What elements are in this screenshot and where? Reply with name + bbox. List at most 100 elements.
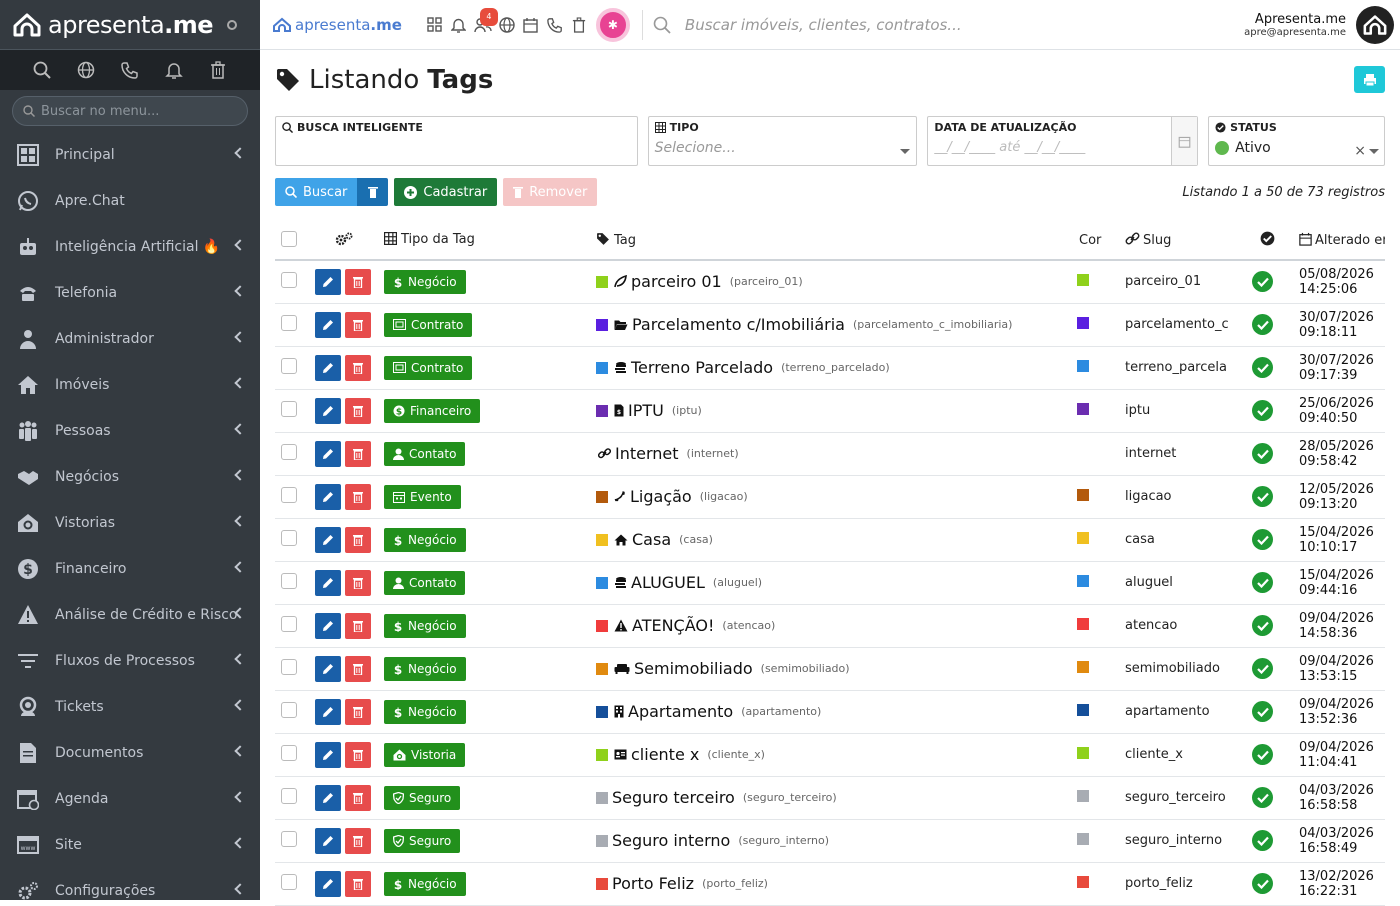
delete-button[interactable] — [345, 870, 371, 897]
active-status-icon[interactable] — [1252, 400, 1273, 421]
globe-icon[interactable] — [76, 60, 96, 80]
clear-filters-button[interactable] — [357, 178, 389, 206]
sidebar-item-apre-chat[interactable]: Apre.Chat — [0, 178, 260, 224]
delete-button[interactable] — [345, 741, 371, 768]
row-checkbox[interactable] — [281, 357, 297, 374]
table-row[interactable]: $ Negócio parceiro 01 (parceiro_01) parceiro… — [275, 260, 1385, 304]
edit-button[interactable] — [315, 311, 341, 338]
grid-icon[interactable] — [426, 16, 444, 34]
sidebar-item-agenda[interactable]: Agenda — [0, 776, 260, 822]
phone-icon[interactable] — [546, 16, 564, 34]
delete-button[interactable] — [345, 311, 371, 338]
user-menu[interactable]: Apresenta.me apre@apresenta.me — [1244, 5, 1394, 44]
users-icon[interactable]: 4 — [474, 7, 498, 34]
edit-button[interactable] — [315, 268, 341, 295]
sidebar-item-pessoas[interactable]: Pessoas — [0, 408, 260, 454]
edit-button[interactable] — [315, 440, 341, 467]
trash-icon[interactable] — [570, 16, 588, 34]
delete-button[interactable] — [345, 397, 371, 424]
edit-button[interactable] — [315, 397, 341, 424]
edit-button[interactable] — [315, 827, 341, 854]
clear-icon[interactable]: × — [1354, 143, 1366, 159]
date-placeholder[interactable]: __/__/____ até __/__/____ — [934, 140, 1191, 155]
table-row[interactable]: Seguro Seguro interno (seguro_interno) segu… — [275, 819, 1385, 863]
row-checkbox[interactable] — [281, 572, 297, 589]
check-circle-icon[interactable] — [1260, 231, 1275, 250]
delete-button[interactable] — [345, 440, 371, 467]
active-status-icon[interactable] — [1252, 744, 1273, 765]
bell-icon[interactable] — [164, 60, 184, 80]
table-row[interactable]: Vistoria cliente x (cliente_x) cliente_x 09/… — [275, 733, 1385, 777]
delete-button[interactable] — [345, 612, 371, 639]
target-icon[interactable] — [227, 19, 238, 30]
edit-button[interactable] — [315, 698, 341, 725]
sidebar-search[interactable] — [12, 96, 248, 126]
active-status-icon[interactable] — [1252, 357, 1273, 378]
status-select[interactable]: STATUS Ativo × — [1208, 116, 1385, 166]
active-status-icon[interactable] — [1252, 830, 1273, 851]
table-row[interactable]: Contato ALUGUEL (aluguel) aluguel 15/04/2026… — [275, 561, 1385, 605]
sidebar-item-site[interactable]: www Site — [0, 822, 260, 868]
calendar-icon[interactable] — [1171, 117, 1198, 165]
sidebar-item-negocios[interactable]: Negócios — [0, 454, 260, 500]
smart-search-field[interactable]: BUSCA INTELIGENTE — [275, 116, 638, 166]
edit-button[interactable] — [315, 526, 341, 553]
delete-button[interactable] — [345, 698, 371, 725]
col-cor-header[interactable]: Cor — [1079, 233, 1101, 248]
col-tipo-header[interactable]: Tipo da Tag — [401, 232, 475, 247]
table-row[interactable]: $ Negócio Casa (casa) casa 15/04/2026 10:10:17 — [275, 518, 1385, 562]
sidebar-item-fluxos-de-processos[interactable]: Fluxos de Processos — [0, 638, 260, 684]
row-checkbox[interactable] — [281, 314, 297, 331]
active-status-icon[interactable] — [1252, 873, 1273, 894]
row-checkbox[interactable] — [281, 658, 297, 675]
active-status-icon[interactable] — [1252, 787, 1273, 808]
delete-button[interactable] — [345, 526, 371, 553]
active-status-icon[interactable] — [1252, 701, 1273, 722]
row-checkbox[interactable] — [281, 830, 297, 847]
tipo-select[interactable]: TIPO Selecione... — [647, 116, 918, 166]
delete-button[interactable] — [345, 569, 371, 596]
table-row[interactable]: $ Negócio Semimobiliado (semimobiliado) semi… — [275, 647, 1385, 691]
row-checkbox[interactable] — [281, 873, 297, 890]
active-status-icon[interactable] — [1252, 443, 1273, 464]
table-row[interactable]: $ Negócio Porto Feliz (porto_feliz) porto_fe… — [275, 862, 1385, 906]
delete-button[interactable] — [345, 354, 371, 381]
active-status-icon[interactable] — [1252, 529, 1273, 550]
table-row[interactable]: Contrato Parcelamento c/Imobiliária (parce… — [275, 303, 1385, 347]
sidebar-item-administrador[interactable]: Administrador — [0, 316, 260, 362]
table-row[interactable]: Contrato Terreno Parcelado (terreno_parcel… — [275, 346, 1385, 390]
row-checkbox[interactable] — [281, 486, 297, 503]
sidebar-item-analise-de-credito-e-risco[interactable]: Análise de Crédito e Risco — [0, 592, 260, 638]
trash-icon[interactable] — [208, 60, 228, 80]
search-icon[interactable] — [32, 60, 52, 80]
delete-button[interactable] — [345, 784, 371, 811]
row-checkbox[interactable] — [281, 443, 297, 460]
delete-button[interactable] — [345, 268, 371, 295]
ai-assistant-icon[interactable]: ✱ — [595, 7, 630, 42]
print-button[interactable] — [1354, 66, 1385, 93]
globe-icon[interactable] — [498, 16, 516, 34]
row-checkbox[interactable] — [281, 271, 297, 288]
edit-button[interactable] — [315, 655, 341, 682]
sidebar-item-tickets[interactable]: Tickets — [0, 684, 260, 730]
delete-button[interactable] — [345, 483, 371, 510]
row-checkbox[interactable] — [281, 744, 297, 761]
select-all-checkbox[interactable] — [281, 230, 297, 247]
active-status-icon[interactable] — [1252, 572, 1273, 593]
active-status-icon[interactable] — [1252, 658, 1273, 679]
row-checkbox[interactable] — [281, 400, 297, 417]
sidebar-item-financeiro[interactable]: $ Financeiro — [0, 546, 260, 592]
row-checkbox[interactable] — [281, 701, 297, 718]
edit-button[interactable] — [315, 741, 341, 768]
table-row[interactable]: $ Financeiro $ IPTU (iptu) iptu 25/06/2026 09:4… — [275, 389, 1385, 433]
table-row[interactable]: Evento Ligação (ligacao) ligacao 12/05/2026 0… — [275, 475, 1385, 519]
bell-icon[interactable] — [450, 16, 468, 34]
sidebar-item-telefonia[interactable]: Telefonia — [0, 270, 260, 316]
edit-button[interactable] — [315, 612, 341, 639]
table-row[interactable]: Contato Internet (internet) internet 28/05/2… — [275, 432, 1385, 476]
table-row[interactable]: $ Negócio ATENÇÃO! (atencao) atencao 09/04/20… — [275, 604, 1385, 648]
table-row[interactable]: $ Negócio Apartamento (apartamento) apartame… — [275, 690, 1385, 734]
sidebar-item-documentos[interactable]: Documentos — [0, 730, 260, 776]
avatar[interactable] — [1356, 5, 1394, 44]
date-range-field[interactable]: DATA DE ATUALIZAÇÃO __/__/____ até __/__… — [927, 116, 1199, 166]
